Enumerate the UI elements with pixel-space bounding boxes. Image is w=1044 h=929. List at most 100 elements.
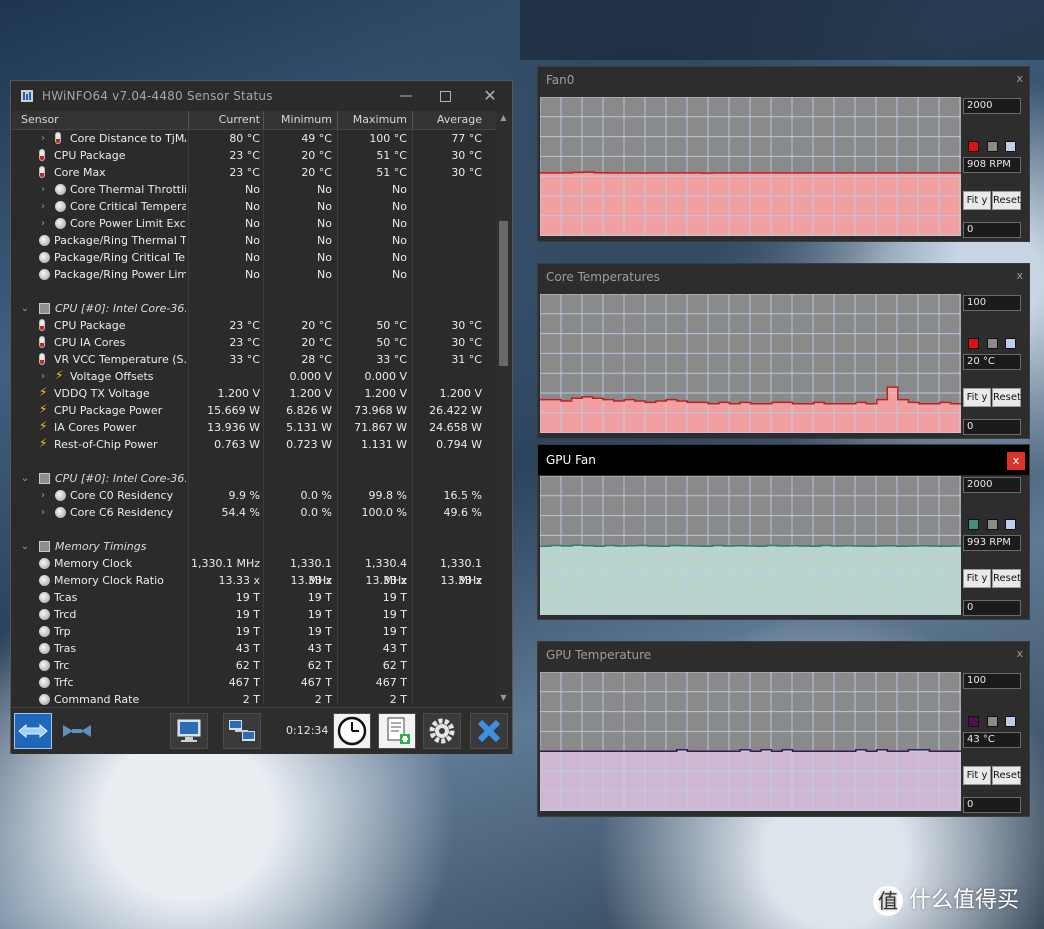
sensor-row[interactable]: Trcd 19 T 19 T 19 T xyxy=(12,606,496,623)
sensor-row[interactable]: Memory Clock Ratio 13.33 x 13.33 x 13.33 x 1… xyxy=(12,572,496,589)
column-current[interactable]: Current xyxy=(190,111,260,129)
fit-y-button[interactable]: Fit y xyxy=(963,766,991,785)
graph-current-value: 20 °C xyxy=(963,354,1021,370)
minimize-button[interactable]: — xyxy=(395,86,417,106)
expand-chevron-icon[interactable]: › xyxy=(38,181,48,198)
background-color-swatch[interactable] xyxy=(987,519,998,530)
sensor-row[interactable]: Command Rate 2 T 2 T 2 T xyxy=(12,691,496,705)
expand-chevron-icon[interactable]: › xyxy=(38,130,48,147)
fit-y-button[interactable]: Fit y xyxy=(963,191,991,210)
line-color-swatch[interactable] xyxy=(968,338,979,349)
network-button[interactable] xyxy=(223,713,261,749)
sensor-row[interactable]: Tcas 19 T 19 T 19 T xyxy=(12,589,496,606)
expand-arrows-button[interactable] xyxy=(14,713,52,749)
expand-chevron-icon[interactable]: › xyxy=(38,487,48,504)
scroll-down-arrow-icon[interactable]: ▼ xyxy=(496,691,511,705)
collapse-chevron-icon[interactable]: ⌄ xyxy=(20,300,30,317)
sensor-group-row[interactable]: ⌄ CPU [#0]: Intel Core-36... xyxy=(12,470,496,487)
graph-close-button[interactable]: x xyxy=(1016,647,1023,660)
sensor-group-row[interactable]: ⌄ Memory Timings xyxy=(12,538,496,555)
scroll-thumb[interactable] xyxy=(499,221,508,366)
background-color-swatch[interactable] xyxy=(987,716,998,727)
expand-chevron-icon[interactable]: › xyxy=(38,198,48,215)
active-title-bar[interactable] xyxy=(538,445,1029,475)
column-minimum[interactable]: Minimum xyxy=(264,111,332,129)
grid-color-swatch[interactable] xyxy=(1005,338,1016,349)
sensor-row[interactable]: Package/Ring Power Limi... No No No xyxy=(12,266,496,283)
graph-close-button[interactable]: x xyxy=(1016,72,1023,85)
maximize-button[interactable] xyxy=(434,86,456,106)
title-bar[interactable]: HWiNFO64 v7.04-4480 Sensor Status — ✕ xyxy=(11,81,512,111)
line-color-swatch[interactable] xyxy=(968,716,979,727)
sensor-row[interactable]: Core Max 23 °C 20 °C 51 °C 30 °C xyxy=(12,164,496,181)
column-sensor[interactable]: Sensor xyxy=(21,111,186,129)
sensor-row[interactable]: Trp 19 T 19 T 19 T xyxy=(12,623,496,640)
column-average[interactable]: Average xyxy=(414,111,482,129)
grid-color-swatch[interactable] xyxy=(1005,141,1016,152)
sensor-row[interactable]: Tras 43 T 43 T 43 T xyxy=(12,640,496,657)
fit-y-button[interactable]: Fit y xyxy=(963,388,991,407)
spacer-row xyxy=(12,453,496,470)
close-window-button[interactable]: ✕ xyxy=(479,86,501,106)
graph-max-field[interactable]: 100 xyxy=(963,295,1021,311)
expand-chevron-icon[interactable]: › xyxy=(38,368,48,385)
grid-color-swatch[interactable] xyxy=(1005,519,1016,530)
sensor-row[interactable]: Trfc 467 T 467 T 467 T xyxy=(12,674,496,691)
sensor-group-row[interactable]: ⌄ CPU [#0]: Intel Core-36... xyxy=(12,300,496,317)
graph-min-field[interactable]: 0 xyxy=(963,600,1021,616)
collapse-chevron-icon[interactable]: ⌄ xyxy=(20,538,30,555)
graph-max-field[interactable]: 2000 xyxy=(963,98,1021,114)
sensor-row[interactable]: Memory Clock 1,330.1 MHz 1,330.1 MHz 1,330.… xyxy=(12,555,496,587)
sensor-row[interactable]: Trc 62 T 62 T 62 T xyxy=(12,657,496,674)
grid-color-swatch[interactable] xyxy=(1005,716,1016,727)
collapse-arrows-button[interactable] xyxy=(58,713,96,749)
sensor-row[interactable]: ⚡ IA Cores Power 13.936 W 5.131 W 71.867 W 24… xyxy=(12,419,496,436)
sensor-row[interactable]: ⚡ VDDQ TX Voltage 1.200 V 1.200 V 1.200 V 1.2… xyxy=(12,385,496,402)
sensor-row[interactable]: › Core C0 Residency 9.9 % 0.0 % 99.8 % 16.5 % xyxy=(12,487,496,504)
reset-clock-button[interactable] xyxy=(333,713,371,749)
sensor-row[interactable]: Package/Ring Thermal T... No No No xyxy=(12,232,496,249)
graph-min-field[interactable]: 0 xyxy=(963,797,1021,813)
bottom-toolbar: 0:12:34 xyxy=(12,707,512,754)
report-button[interactable] xyxy=(378,713,416,749)
vertical-scrollbar[interactable]: ▲ ▼ xyxy=(496,111,511,705)
graph-max-field[interactable]: 2000 xyxy=(963,477,1021,493)
sensor-row[interactable]: › Core Distance to TjMAX 80 °C 49 °C 100 °C 7… xyxy=(12,130,496,147)
background-color-swatch[interactable] xyxy=(987,141,998,152)
sensor-row[interactable]: › ⚡ Voltage Offsets 0.000 V 0.000 V xyxy=(12,368,496,385)
reset-button[interactable]: Reset xyxy=(992,191,1021,210)
graph-min-field[interactable]: 0 xyxy=(963,222,1021,238)
reset-button[interactable]: Reset xyxy=(992,388,1021,407)
graph-max-field[interactable]: 100 xyxy=(963,673,1021,689)
sensor-row[interactable]: › Core Thermal Throttling No No No xyxy=(12,181,496,198)
sensor-value-cur: No xyxy=(245,200,260,213)
sensor-row[interactable]: VR VCC Temperature (S... 33 °C 28 °C 33 °C 3… xyxy=(12,351,496,368)
graph-close-button[interactable]: x xyxy=(1016,269,1023,282)
scroll-up-arrow-icon[interactable]: ▲ xyxy=(496,111,511,125)
sensor-row[interactable]: › Core Critical Tempera... No No No xyxy=(12,198,496,215)
background-color-swatch[interactable] xyxy=(987,338,998,349)
sensor-monitor-button[interactable] xyxy=(170,713,208,749)
graph-close-button[interactable]: x xyxy=(1007,452,1025,470)
reset-button[interactable]: Reset xyxy=(992,766,1021,785)
sensor-row[interactable]: CPU Package 23 °C 20 °C 50 °C 30 °C xyxy=(12,317,496,334)
line-color-swatch[interactable] xyxy=(968,141,979,152)
sensor-value-max: 99.8 % xyxy=(368,489,407,502)
line-color-swatch[interactable] xyxy=(968,519,979,530)
sensor-row[interactable]: CPU IA Cores 23 °C 20 °C 50 °C 30 °C xyxy=(12,334,496,351)
expand-chevron-icon[interactable]: › xyxy=(38,504,48,521)
reset-button[interactable]: Reset xyxy=(992,569,1021,588)
sensor-row[interactable]: CPU Package 23 °C 20 °C 51 °C 30 °C xyxy=(12,147,496,164)
sensor-row[interactable]: › Core C6 Residency 54.4 % 0.0 % 100.0 % 49.6… xyxy=(12,504,496,521)
sensor-row[interactable]: ⚡ Rest-of-Chip Power 0.763 W 0.723 W 1.131 W… xyxy=(12,436,496,453)
sensor-row[interactable]: ⚡ CPU Package Power 15.669 W 6.826 W 73.968 … xyxy=(12,402,496,419)
fit-y-button[interactable]: Fit y xyxy=(963,569,991,588)
column-maximum[interactable]: Maximum xyxy=(338,111,407,129)
sensor-row[interactable]: › Core Power Limit Exc... No No No xyxy=(12,215,496,232)
close-sensors-button[interactable] xyxy=(470,713,508,749)
expand-chevron-icon[interactable]: › xyxy=(38,215,48,232)
settings-button[interactable] xyxy=(423,713,461,749)
collapse-chevron-icon[interactable]: ⌄ xyxy=(20,470,30,487)
sensor-row[interactable]: Package/Ring Critical Te... No No No xyxy=(12,249,496,266)
graph-min-field[interactable]: 0 xyxy=(963,419,1021,435)
